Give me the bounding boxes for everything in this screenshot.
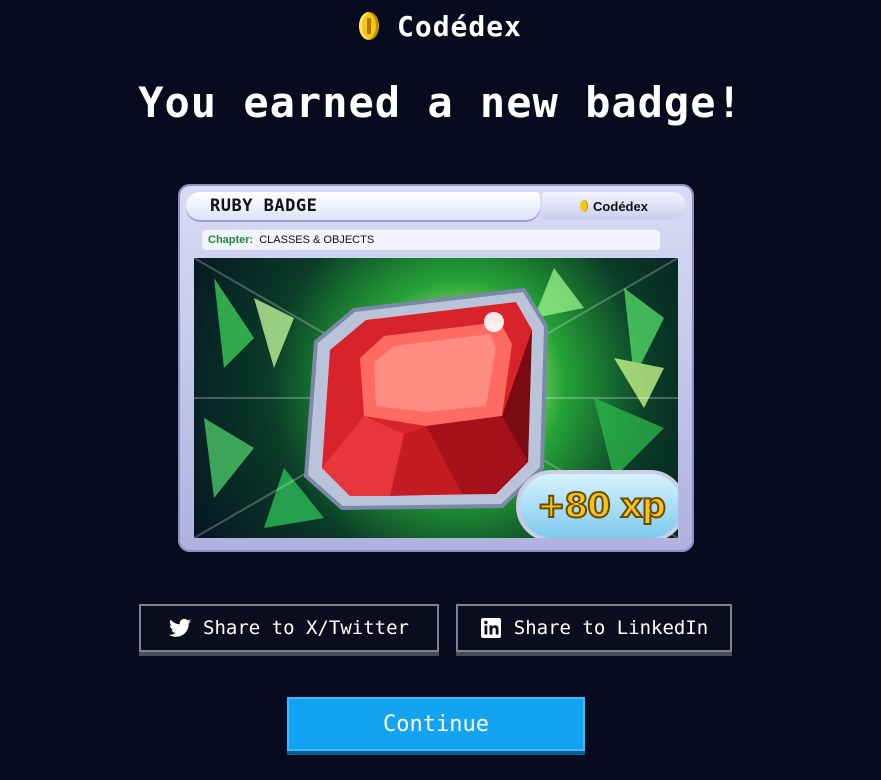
twitter-icon	[169, 617, 192, 639]
chapter-label: Chapter:	[208, 234, 254, 246]
share-linkedin-label: Share to LinkedIn	[513, 617, 709, 639]
ruby-gem-image: +80 xp	[194, 258, 678, 538]
xp-value: +80 xp	[536, 485, 667, 527]
linkedin-icon	[480, 617, 502, 639]
share-twitter-button[interactable]: Share to X/Twitter	[139, 604, 439, 652]
xp-badge: +80 xp	[516, 470, 678, 538]
badge-brand-name: Codédex	[593, 198, 648, 214]
share-linkedin-button[interactable]: Share to LinkedIn	[456, 604, 732, 652]
badge-earned-page: Codédex You earned a new badge! RUBY BAD…	[0, 0, 881, 780]
ruby-gem-icon	[303, 287, 549, 511]
chapter-bar: Chapter: CLASSES & OBJECTS	[202, 230, 660, 250]
brand-header: Codédex	[0, 6, 881, 46]
share-twitter-label: Share to X/Twitter	[203, 617, 409, 639]
continue-label: Continue	[383, 711, 489, 737]
badge-card: RUBY BADGE Codédex Chapter: CLASSES & OB…	[178, 184, 694, 552]
coin-icon	[358, 12, 379, 40]
continue-button[interactable]: Continue	[287, 697, 585, 751]
badge-title-bar: RUBY BADGE	[186, 192, 540, 220]
badge-brand-tag: Codédex	[542, 192, 686, 220]
chapter-value: CLASSES & OBJECTS	[259, 234, 375, 246]
page-title: You earned a new badge!	[138, 78, 743, 127]
coin-icon	[580, 200, 589, 212]
brand-name: Codédex	[396, 9, 522, 43]
badge-title: RUBY BADGE	[210, 196, 318, 216]
